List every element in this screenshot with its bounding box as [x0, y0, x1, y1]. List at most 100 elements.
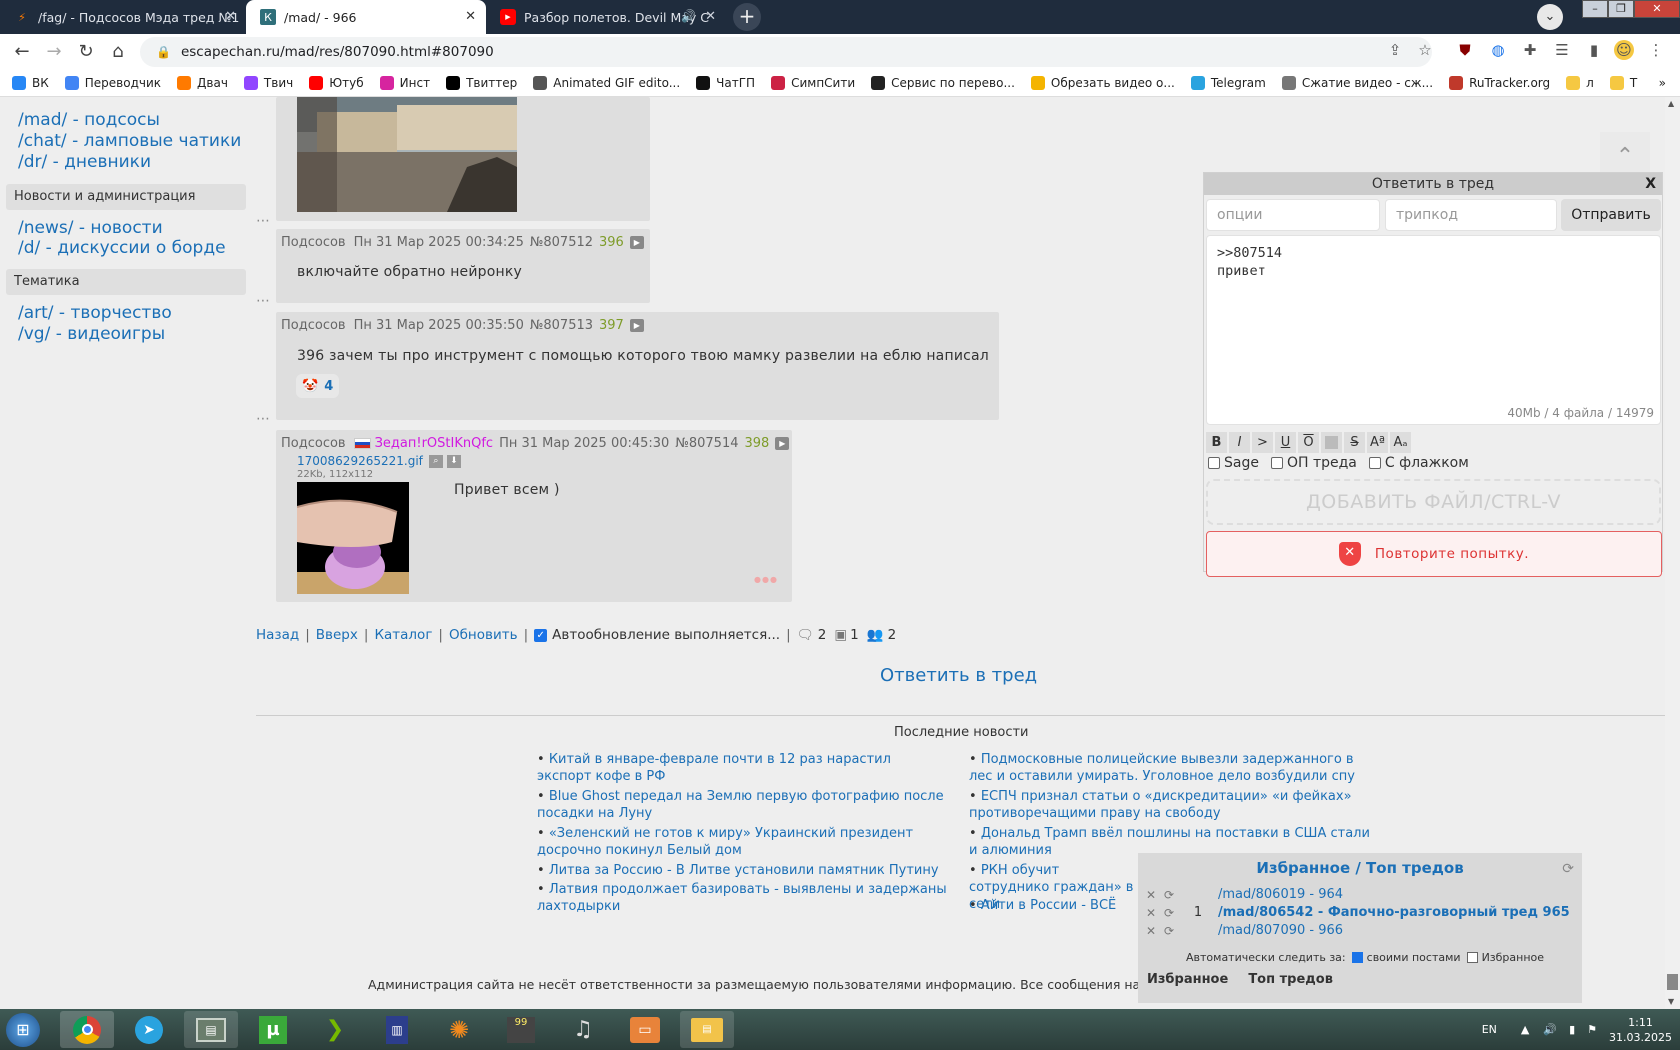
minimize-button[interactable]: –: [1582, 0, 1608, 18]
post-menu-icon[interactable]: ⋯: [256, 293, 271, 309]
bookmark-item[interactable]: Т: [1609, 76, 1637, 90]
tab-fag[interactable]: ⚡ /fag/ - Подсосов Мэда тред №1 ✕: [0, 0, 246, 34]
forward-arrow-icon[interactable]: →: [42, 40, 66, 64]
board-link-art[interactable]: /art/ - творчество: [18, 303, 172, 323]
bookmark-item[interactable]: Telegram: [1190, 76, 1266, 90]
bookmark-item[interactable]: ЧатГП: [696, 76, 755, 90]
play-icon[interactable]: ▶: [629, 236, 644, 249]
file-name-link[interactable]: 17008629265221.gif: [297, 454, 423, 468]
back-link[interactable]: Назад: [256, 627, 299, 643]
italic-button[interactable]: I: [1229, 432, 1250, 453]
add-file-dropzone[interactable]: ДОБАВИТЬ ФАЙЛ/CTRL-V: [1206, 479, 1661, 525]
share-icon[interactable]: ⇪: [1385, 40, 1405, 60]
reply-in-thread-link[interactable]: Ответить в тред: [880, 665, 1037, 686]
close-icon[interactable]: X: [1645, 173, 1656, 195]
news-item[interactable]: • Китай в январе-феврале почти в 12 раз …: [537, 751, 947, 785]
options-input[interactable]: опции: [1206, 199, 1380, 231]
own-posts-checkbox[interactable]: [1351, 952, 1363, 963]
refresh-icon[interactable]: ⟳: [1160, 906, 1178, 920]
superscript-button[interactable]: Aª: [1367, 432, 1388, 453]
scroll-down-arrow-icon[interactable]: ▼: [1668, 997, 1674, 1006]
refresh-icon[interactable]: ⟳: [1160, 924, 1178, 938]
autoupdate-checkbox[interactable]: ✓: [534, 628, 548, 642]
post-menu-icon[interactable]: ⋯: [256, 213, 271, 229]
explorer-folder-icon[interactable]: ▤: [680, 1011, 734, 1048]
scrollbar-thumb[interactable]: [1667, 974, 1678, 990]
new-tab-button[interactable]: +: [733, 3, 761, 31]
side-panel-icon[interactable]: ▮: [1584, 40, 1604, 60]
board-link-chat[interactable]: /chat/ - ламповые чатики: [18, 131, 241, 151]
thread-link[interactable]: /mad/806542 - Фапочно-разговорный тред 9…: [1218, 905, 1570, 920]
thread-link[interactable]: /mad/807090 - 966: [1218, 923, 1343, 938]
utorrent-icon[interactable]: µ: [246, 1011, 300, 1048]
favorites-title[interactable]: Избранное / Топ тредов: [1138, 859, 1582, 877]
tab-youtube[interactable]: ▶ Разбор полетов. Devil May C 🔊 ✕: [486, 0, 726, 34]
film-icon[interactable]: ▥: [370, 1011, 424, 1048]
speaker-icon[interactable]: 🔊: [681, 9, 696, 23]
post-menu-icon[interactable]: ⋯: [256, 411, 271, 427]
close-icon[interactable]: ✕: [465, 9, 476, 24]
refresh-icon[interactable]: ⟳: [1160, 888, 1178, 902]
tab-mad[interactable]: К /mad/ - 966 ✕: [246, 0, 486, 34]
tab-top-threads[interactable]: Топ тредов: [1248, 972, 1333, 987]
refresh-icon[interactable]: ⟳: [1562, 861, 1574, 877]
sage-checkbox[interactable]: Sage: [1208, 455, 1259, 471]
clock[interactable]: 1:11 31.03.2025: [1609, 1015, 1672, 1045]
reply-form-header[interactable]: Ответить в тред X: [1204, 173, 1662, 195]
kebab-menu-icon[interactable]: ⋮: [1646, 40, 1666, 60]
chrome-icon[interactable]: [60, 1011, 114, 1048]
remove-icon[interactable]: ✕: [1142, 888, 1160, 902]
board-link-dr[interactable]: /dr/ - дневники: [18, 152, 151, 172]
photo-editor-icon[interactable]: ✺: [432, 1011, 486, 1048]
bookmark-item[interactable]: Твиттер: [446, 76, 517, 90]
ublock-icon[interactable]: ⛊: [1455, 40, 1475, 60]
board-link-vg[interactable]: /vg/ - видеоигры: [18, 324, 165, 344]
bookmark-item[interactable]: Твич: [243, 76, 293, 90]
reading-list-icon[interactable]: ☰: [1552, 40, 1572, 60]
post-number[interactable]: №807512: [530, 235, 593, 250]
post-number[interactable]: №807514: [675, 436, 738, 451]
bookmark-item[interactable]: Ютуб: [309, 76, 364, 90]
refresh-link[interactable]: Обновить: [449, 627, 518, 643]
bookmark-item[interactable]: Обрезать видео о...: [1030, 76, 1175, 90]
underline-button[interactable]: U: [1275, 432, 1296, 453]
favorites-checkbox[interactable]: [1466, 952, 1478, 963]
bookmark-item[interactable]: Сжатие видео - сж...: [1281, 76, 1433, 90]
spoiler-button[interactable]: [1321, 432, 1342, 453]
remove-icon[interactable]: ✕: [1142, 924, 1160, 938]
up-link[interactable]: Вверх: [316, 627, 358, 643]
download-icon[interactable]: ⬇: [446, 454, 461, 468]
catalog-link[interactable]: Каталог: [374, 627, 432, 643]
volume-icon[interactable]: 🔊: [1543, 1023, 1557, 1036]
news-item[interactable]: • «Зеленский не готов к миру» Украинский…: [537, 825, 947, 859]
news-item[interactable]: • Подмосковные полицейские вывезли задер…: [969, 751, 1379, 785]
flag-checkbox[interactable]: С флажком: [1368, 455, 1469, 471]
op-checkbox[interactable]: ОП треда: [1270, 455, 1357, 471]
package-icon[interactable]: ▭: [618, 1011, 672, 1048]
page-scrollbar[interactable]: ▲ ▼: [1665, 97, 1680, 1009]
vpn-globe-icon[interactable]: ◍: [1488, 40, 1508, 60]
bookmark-item[interactable]: л: [1566, 76, 1594, 90]
maximize-button[interactable]: ❐: [1608, 0, 1634, 18]
tripcode-input[interactable]: трипкод: [1385, 199, 1557, 231]
app-99-icon[interactable]: 99: [494, 1011, 548, 1048]
window-close-button[interactable]: ✕: [1634, 0, 1680, 18]
tray-expand-icon[interactable]: ▲: [1521, 1023, 1529, 1036]
close-icon[interactable]: ✕: [705, 9, 716, 24]
chevron-down-icon[interactable]: ⌄: [1537, 4, 1563, 30]
scroll-up-arrow-icon[interactable]: ▲: [1668, 99, 1674, 108]
play-icon[interactable]: ▶: [775, 437, 790, 450]
play-icon[interactable]: ▶: [629, 319, 644, 332]
bookmark-item[interactable]: Переводчик: [64, 76, 161, 90]
quote-button[interactable]: >: [1252, 432, 1273, 453]
language-indicator[interactable]: EN: [1482, 1023, 1497, 1036]
terminal-icon[interactable]: ▤: [184, 1011, 238, 1048]
bookmarks-overflow-icon[interactable]: »: [1659, 76, 1666, 90]
news-item[interactable]: • Blue Ghost передал на Землю первую фот…: [537, 788, 947, 822]
subscript-button[interactable]: Aₐ: [1390, 432, 1411, 453]
home-icon[interactable]: ⌂: [106, 40, 130, 64]
gif-thumbnail[interactable]: [297, 482, 409, 594]
bookmark-item[interactable]: СимпСити: [771, 76, 855, 90]
reload-icon[interactable]: ↻: [74, 40, 98, 64]
overline-button[interactable]: O: [1298, 432, 1319, 453]
